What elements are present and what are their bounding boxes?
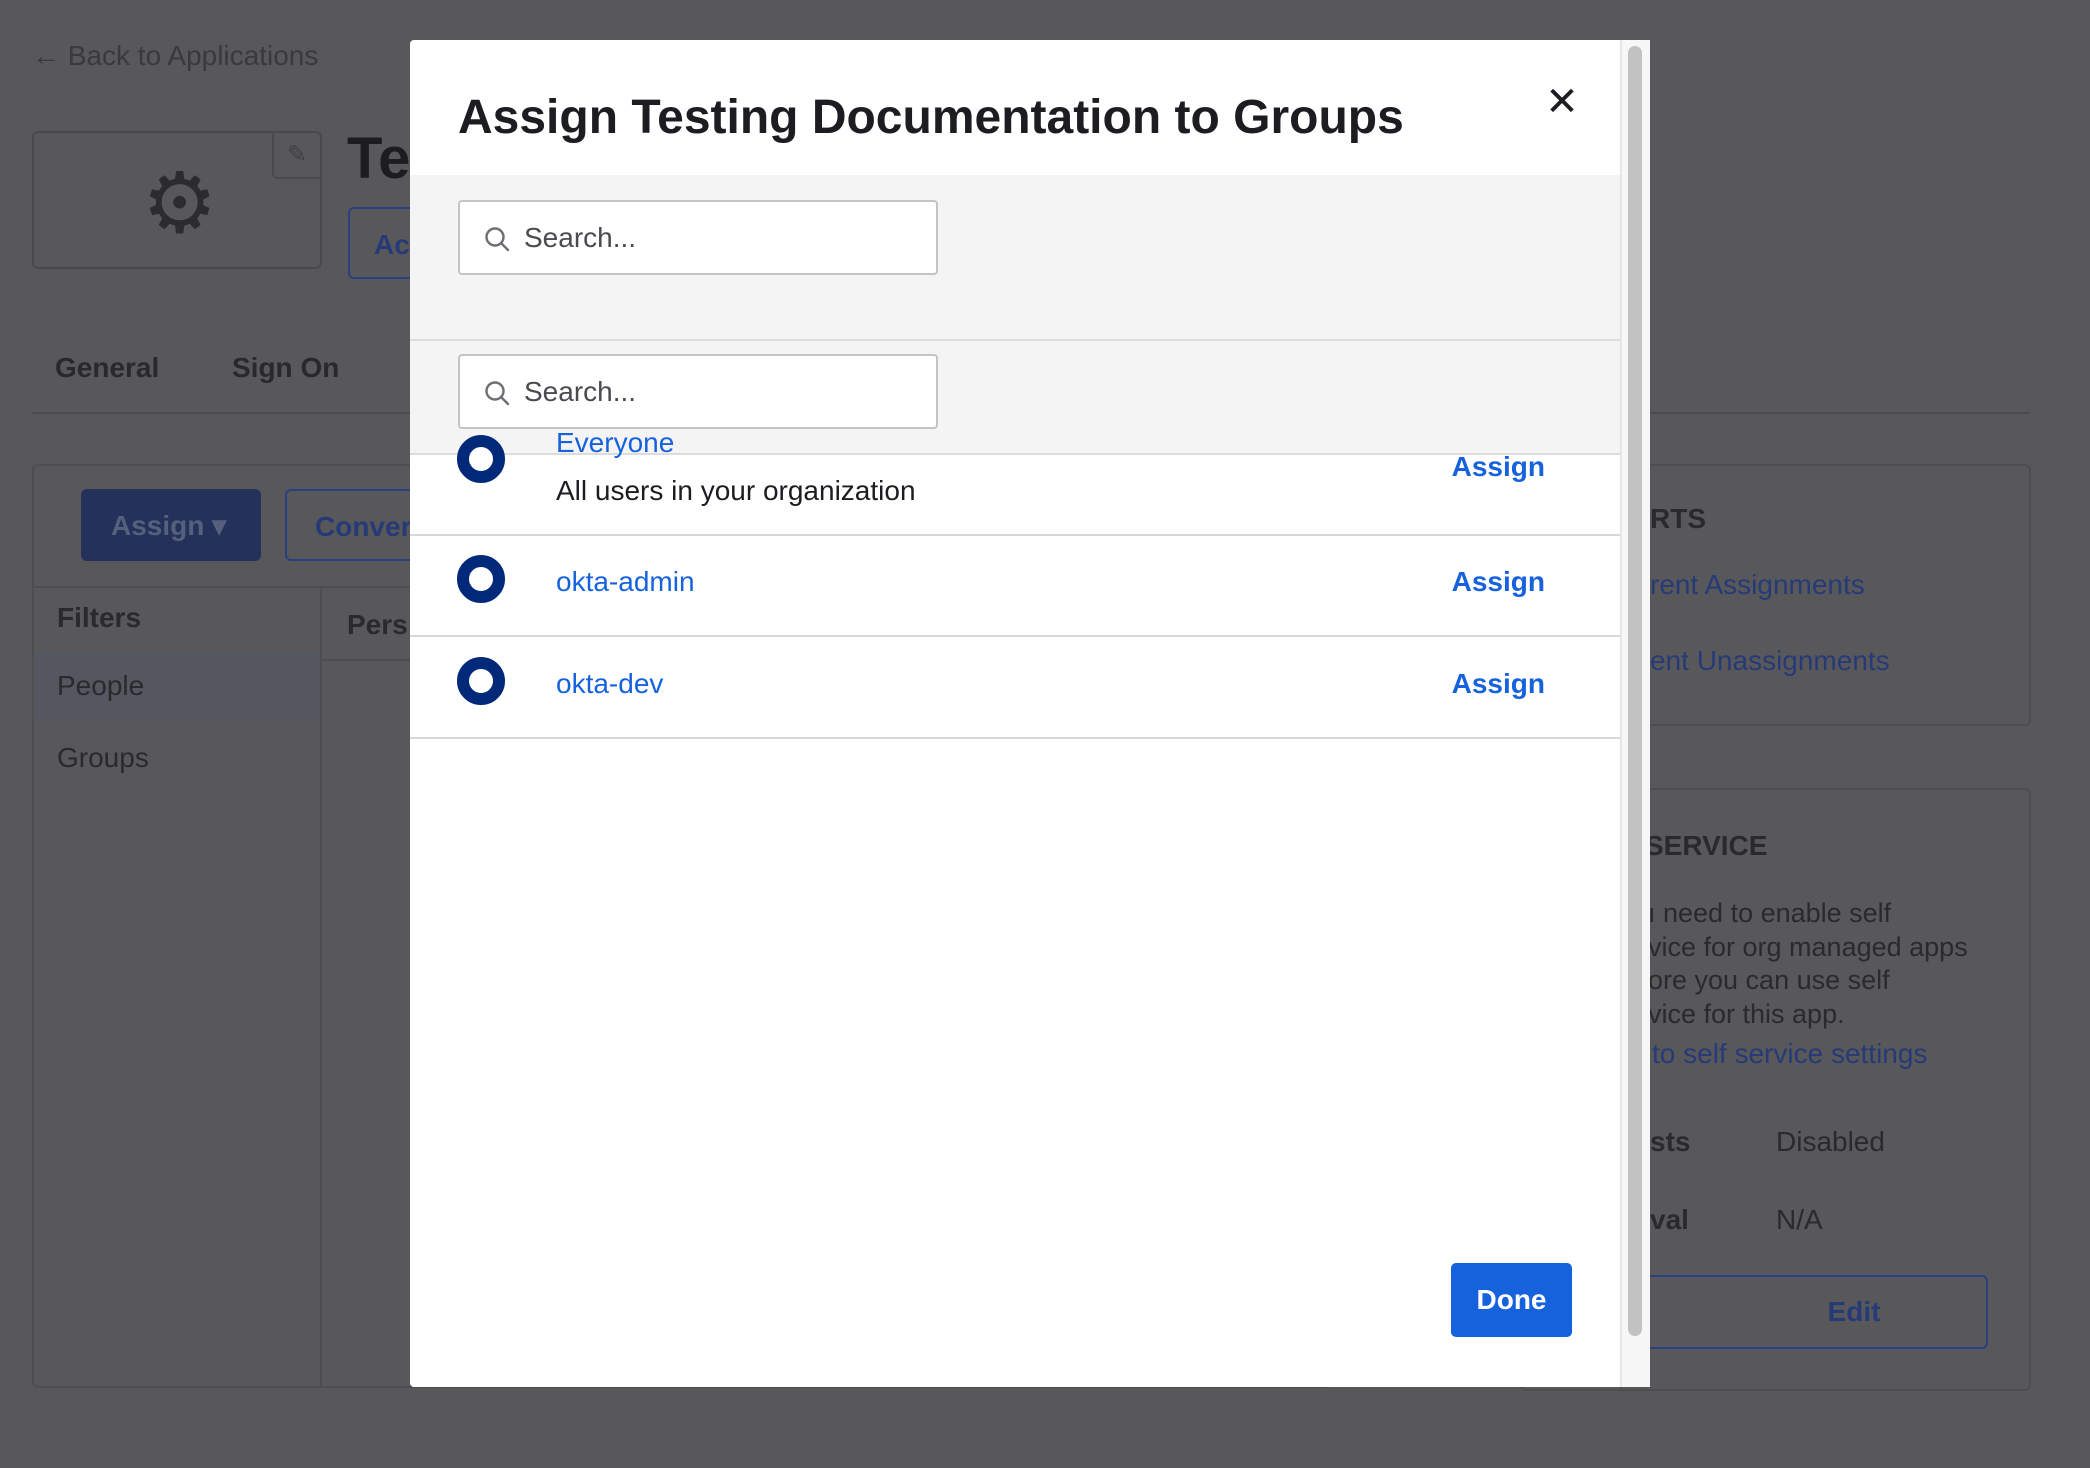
group-row-okta-admin: okta-admin Assign	[410, 536, 1620, 637]
tab-general: General	[55, 352, 160, 383]
tab-sign-on: Sign On	[232, 352, 340, 383]
search-input[interactable]	[524, 202, 924, 273]
done-button[interactable]: Done	[1451, 1263, 1572, 1337]
edit-button: Edit	[1600, 1275, 1988, 1349]
group-row-okta-dev: okta-dev Assign	[410, 637, 1620, 739]
scrollbar-thumb[interactable]	[1628, 46, 1642, 1336]
approval-label: val	[1650, 1204, 1689, 1235]
requests-label: sts	[1650, 1126, 1691, 1157]
pencil-icon: ✎	[272, 131, 322, 179]
self-service-settings-link: to self service settings	[1652, 1038, 1928, 1069]
self-service-paragraph: ı need to enable self vice for org manag…	[1648, 897, 1968, 1031]
search-icon	[485, 227, 510, 252]
group-radio[interactable]	[457, 657, 505, 705]
filter-groups: Groups	[57, 742, 149, 773]
divider	[34, 586, 434, 588]
requests-value: Disabled	[1776, 1126, 1885, 1157]
modal-title: Assign Testing Documentation to Groups	[458, 91, 1404, 144]
reports-heading: RTS	[1650, 503, 1706, 534]
app-title: Te	[347, 126, 411, 191]
back-to-applications-link: ← Back to Applications	[32, 40, 319, 71]
divider	[320, 588, 322, 1388]
paragraph-line: ı need to enable self	[1648, 898, 1892, 928]
group-name-link[interactable]: Everyone	[556, 427, 674, 459]
column-header-person: Pers	[347, 609, 408, 640]
group-radio[interactable]	[457, 435, 505, 483]
assign-groups-modal: Assign Testing Documentation to Groups ✕…	[410, 40, 1650, 1387]
filter-people: People	[57, 670, 145, 701]
search-input-box[interactable]	[458, 200, 938, 275]
current-assignments-link: rent Assignments	[1650, 569, 1865, 600]
paragraph-line: vice for org managed apps	[1648, 931, 1968, 962]
close-icon[interactable]: ✕	[1542, 82, 1582, 122]
approval-value: N/A	[1776, 1204, 1823, 1235]
divider	[322, 659, 422, 661]
assign-button[interactable]: Assign	[1452, 668, 1545, 700]
filters-header: Filters	[57, 602, 142, 633]
app-logo: ⚙ ✎	[32, 131, 322, 269]
search-section	[410, 175, 1620, 341]
assign-button[interactable]: Assign	[1452, 566, 1545, 598]
gear-icon: ⚙	[142, 156, 218, 250]
group-radio[interactable]	[457, 555, 505, 603]
assign-dropdown-button: Assign ▾	[81, 489, 261, 561]
assign-button[interactable]: Assign	[1452, 451, 1545, 483]
group-description: All users in your organization	[556, 475, 916, 506]
recent-unassignments-link: ent Unassignments	[1650, 645, 1890, 676]
search-icon	[485, 381, 510, 406]
self-service-heading: SERVICE	[1645, 830, 1768, 861]
paragraph-line: vice for this app.	[1648, 998, 1845, 1029]
group-name-link[interactable]: okta-admin	[556, 566, 695, 598]
group-row-everyone: Everyone All users in your organization …	[410, 415, 1620, 536]
paragraph-line: ore you can use self	[1648, 965, 1890, 995]
group-name-link[interactable]: okta-dev	[556, 668, 663, 700]
